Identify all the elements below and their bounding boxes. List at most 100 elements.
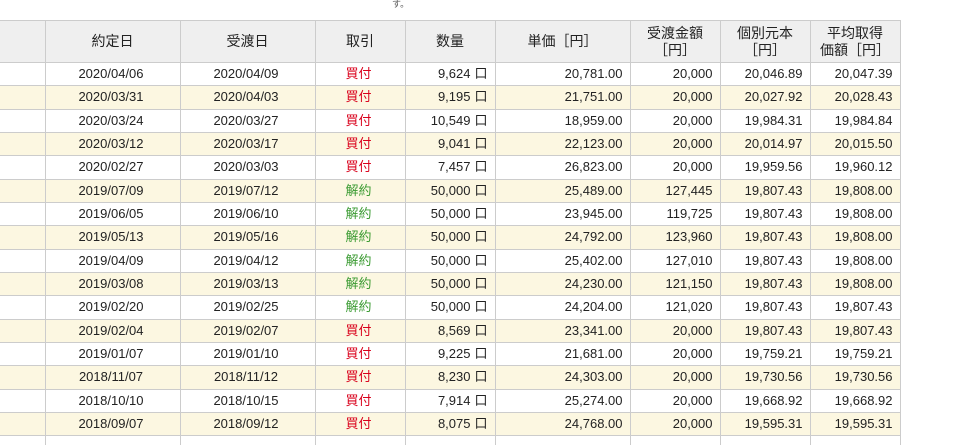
cell-trade-date: 2019/04/09 [44,248,181,273]
cell-individual-principal: 19,807.43 [719,178,811,203]
header-label-line1: 受渡金額 [647,24,703,41]
cell-trade-date: 2018/10/10 [44,388,181,413]
cell-quantity: 9,225 口 [404,341,496,367]
cell-individual-principal: 20,027.92 [719,85,811,110]
cell-average-cost: 19,668.92 [809,388,901,413]
cutoff-cell [0,61,46,87]
cell-settlement-date: 2018/09/12 [179,411,316,437]
cell-individual-principal: 19,807.43 [719,201,811,227]
quantity-value: 50,000 [430,252,471,268]
cell-transaction-type: 買付 [314,388,406,413]
cell-settlement-amount: 20,000 [629,388,721,413]
table-row: 2019/05/13 2019/05/16 解約 50,000 口 24,792.00 12… [0,225,901,250]
header-label: 受渡日 [226,33,269,49]
quantity-value: 8,230 [437,369,471,385]
cell-unit-price: 25,489.00 [494,178,631,203]
quantity-unit: 口 [474,206,488,222]
cell-average-cost: 19,730.56 [809,365,901,390]
cell-transaction-type [314,435,406,445]
header-label: 取引 [346,33,374,49]
cell-unit-price: 21,681.00 [494,341,631,367]
cell-trade-date: 2020/04/06 [44,61,181,87]
cell-average-cost: 19,960.12 [809,155,901,180]
cell-trade-date: 2020/03/24 [44,108,181,133]
cell-settlement-date: 2019/05/16 [179,225,316,250]
cell-quantity: 7,914 口 [404,388,496,413]
header-label: 単価［円］ [527,33,598,49]
cell-transaction-type: 買付 [314,155,406,180]
quantity-unit: 口 [474,299,488,315]
cell-quantity: 50,000 口 [404,225,496,250]
quantity-value: 9,624 [437,66,471,82]
cell-settlement-date: 2018/10/15 [179,388,316,413]
table-row: 2020/02/27 2020/03/03 買付 7,457 口 26,823.00 20,… [0,155,901,180]
header-label: 約定日 [91,33,134,49]
header-label: 数量 [436,33,464,49]
cell-settlement-date: 2019/02/07 [179,318,316,343]
cell-individual-principal: 19,807.43 [719,295,811,320]
cell-transaction-type: 買付 [314,108,406,133]
cell-average-cost: 19,808.00 [809,248,901,273]
cell-unit-price: 24,204.00 [494,295,631,320]
table-row: 2019/07/09 2019/07/12 解約 50,000 口 25,489.00 12… [0,178,901,203]
cutoff-cell [0,85,46,110]
cell-trade-date: 2020/02/27 [44,155,181,180]
table-row-partial [0,435,901,445]
cell-settlement-date: 2019/02/25 [179,295,316,320]
cell-settlement-date: 2020/03/27 [179,108,316,133]
cell-settlement-amount: 127,010 [629,248,721,273]
cell-individual-principal: 19,984.31 [719,108,811,133]
cell-individual-principal: 19,807.43 [719,318,811,343]
quantity-unit: 口 [474,322,488,338]
header-unit-price: 単価［円］ [494,20,631,63]
quantity-value: 9,225 [437,346,471,362]
cell-settlement-amount: 20,000 [629,131,721,157]
quantity-value: 10,549 [430,112,471,128]
cell-individual-principal: 19,959.56 [719,155,811,180]
cell-average-cost: 19,595.31 [809,411,901,437]
transaction-table: 約定日 受渡日 取引 数量 単価［円］ 受渡金額 ［円］ 個別元本 ［円］ 平均… [0,20,901,445]
cell-individual-principal [719,435,811,445]
header-quantity: 数量 [404,20,496,63]
cell-settlement-amount: 20,000 [629,341,721,367]
header-label-line1: 平均取得 [827,24,883,41]
cell-transaction-type: 解約 [314,248,406,273]
header-label-line2: 価額［円］ [820,41,890,58]
cell-unit-price: 18,959.00 [494,108,631,133]
quantity-unit: 口 [474,159,488,175]
cell-transaction-type: 解約 [314,295,406,320]
quantity-value: 50,000 [430,299,471,315]
quantity-unit: 口 [474,89,488,105]
cell-trade-date: 2019/06/05 [44,201,181,227]
cell-quantity: 8,075 口 [404,411,496,437]
cutoff-cell [0,435,46,445]
cutoff-cell [0,131,46,157]
cell-average-cost: 19,807.43 [809,295,901,320]
cell-trade-date: 2019/05/13 [44,225,181,250]
cell-transaction-type: 解約 [314,201,406,227]
cell-transaction-type: 買付 [314,411,406,437]
cell-settlement-amount: 20,000 [629,108,721,133]
cell-settlement-date: 2020/04/03 [179,85,316,110]
cell-transaction-type: 解約 [314,178,406,203]
cell-trade-date: 2018/09/07 [44,411,181,437]
cell-unit-price: 21,751.00 [494,85,631,110]
cell-average-cost: 20,047.39 [809,61,901,87]
table-row: 2019/04/09 2019/04/12 解約 50,000 口 25,402.00 12… [0,248,901,273]
table-row: 2018/10/10 2018/10/15 買付 7,914 口 25,274.00 20,… [0,388,901,413]
cutoff-cell [0,388,46,413]
cell-unit-price: 24,230.00 [494,271,631,297]
cell-quantity: 8,230 口 [404,365,496,390]
cell-quantity: 8,569 口 [404,318,496,343]
table-row: 2018/11/07 2018/11/12 買付 8,230 口 24,303.00 20,… [0,365,901,390]
cell-settlement-date: 2019/01/10 [179,341,316,367]
cell-unit-price: 23,341.00 [494,318,631,343]
cell-unit-price: 26,823.00 [494,155,631,180]
cell-transaction-type: 解約 [314,225,406,250]
cell-quantity: 9,624 口 [404,61,496,87]
quantity-value: 50,000 [430,206,471,222]
quantity-unit: 口 [474,252,488,268]
quantity-value: 7,457 [437,159,471,175]
cell-settlement-amount: 121,150 [629,271,721,297]
cell-trade-date: 2020/03/31 [44,85,181,110]
